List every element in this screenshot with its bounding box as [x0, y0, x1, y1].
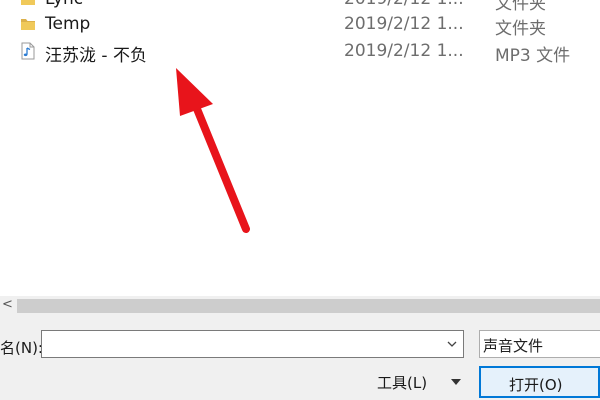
- file-date: 2019/2/12 1...: [344, 0, 464, 9]
- horizontal-scrollbar[interactable]: <: [0, 296, 600, 316]
- file-list: Lync 2019/2/12 1... 文件夹 Temp 2019/2/12 1…: [0, 0, 600, 295]
- file-date: 2019/2/12 1...: [344, 14, 464, 34]
- filename-combobox[interactable]: [41, 330, 464, 358]
- open-button-label: 打开(O): [509, 376, 563, 394]
- open-button[interactable]: 打开(O): [479, 366, 600, 398]
- scrollbar-thumb[interactable]: [17, 299, 600, 313]
- file-date: 2019/2/12 1...: [344, 41, 464, 61]
- file-type-filter[interactable]: 声音文件: [479, 330, 600, 358]
- folder-icon: [21, 19, 35, 30]
- file-type-filter-value: 声音文件: [483, 337, 544, 355]
- folder-icon: [21, 0, 35, 5]
- dialog-footer: 名(N): 声音文件 工具(L) 打开(O): [0, 316, 600, 400]
- file-row-temp[interactable]: Temp 2019/2/12 1... 文件夹: [0, 12, 600, 39]
- file-name: 汪苏泷 - 不负: [45, 46, 147, 66]
- file-name: Temp: [45, 14, 91, 34]
- tools-button[interactable]: 工具(L): [377, 372, 427, 393]
- file-name: Lync: [45, 0, 83, 9]
- chevron-down-icon[interactable]: [441, 331, 463, 357]
- tools-dropdown-arrow-icon[interactable]: [451, 379, 461, 385]
- scroll-left-arrow-icon[interactable]: <: [2, 297, 13, 312]
- filename-label: 名(N):: [0, 339, 43, 357]
- music-file-icon: [21, 42, 35, 60]
- file-type: 文件夹: [495, 19, 546, 39]
- file-row-mp3[interactable]: 汪苏泷 - 不负 2019/2/12 1... MP3 文件: [0, 39, 600, 66]
- file-type: MP3 文件: [495, 46, 571, 66]
